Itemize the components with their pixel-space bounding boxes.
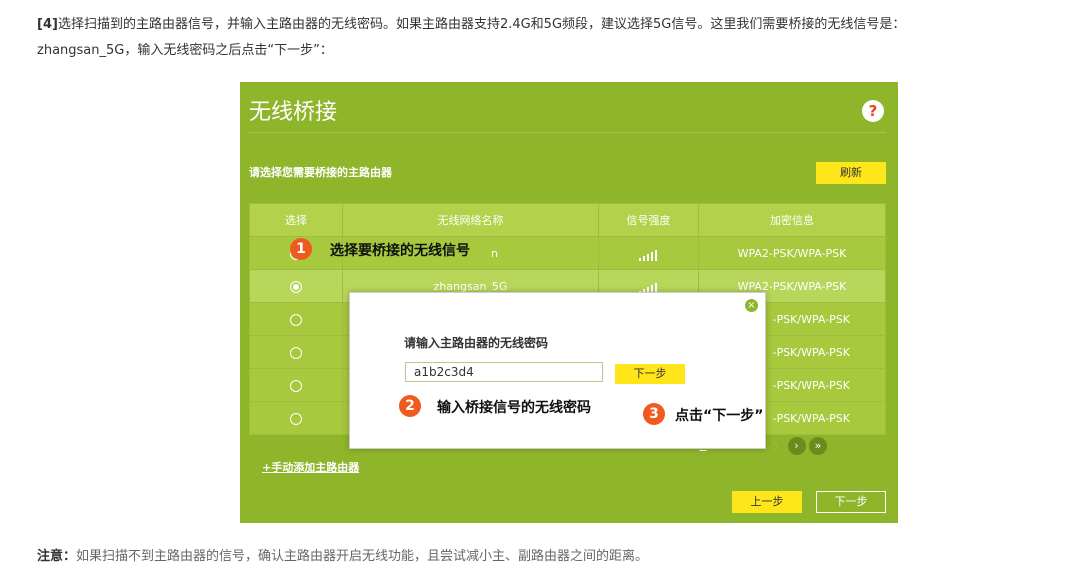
step-number: [4] — [37, 17, 58, 32]
callout-badge-1: 1 — [290, 238, 312, 260]
callout-text-3: 点击“下一步” — [675, 408, 764, 424]
password-dialog: × 请输入主路由器的无线密码 下一步 — [349, 292, 766, 449]
select-cell[interactable] — [249, 269, 343, 303]
select-router-heading: 请选择您需要桥接的主路由器 — [249, 166, 392, 179]
previous-step-button[interactable]: 上一步 — [732, 491, 802, 513]
next-step-button[interactable]: 下一步 — [816, 491, 886, 513]
radio-button[interactable] — [290, 346, 302, 359]
radio-button[interactable] — [290, 379, 302, 392]
next-page-icon[interactable]: › — [787, 437, 806, 455]
last-page-icon[interactable]: » — [809, 437, 827, 455]
manual-add-router-link[interactable]: +手动添加主路由器 — [262, 459, 359, 475]
callout-badge-3: 3 — [643, 403, 665, 425]
select-cell[interactable] — [249, 302, 343, 336]
encryption-cell: WPA2-PSK/WPA-PSK — [698, 236, 886, 270]
callout-text-1: 选择要桥接的无线信号 — [330, 243, 470, 259]
select-cell[interactable] — [249, 335, 343, 369]
intro-text: [4]选择扫描到的主路由器信号，并输入主路由器的无线密码。如果主路由器支持2.4… — [37, 12, 1057, 64]
column-header-signal: 信号强度 — [598, 203, 699, 237]
help-icon[interactable]: ? — [862, 100, 884, 122]
page-link[interactable]: 5 — [766, 439, 784, 452]
radio-button[interactable] — [290, 412, 302, 425]
table-header: 选择 无线网络名称 信号强度 加密信息 — [249, 203, 886, 237]
select-cell[interactable] — [249, 368, 343, 402]
close-icon[interactable]: × — [745, 299, 758, 312]
refresh-button[interactable]: 刷新 — [816, 162, 886, 184]
note-label: 注意： — [37, 549, 77, 564]
column-header-select: 选择 — [249, 203, 343, 237]
signal-strength-icon — [638, 248, 659, 261]
column-header-encryption: 加密信息 — [698, 203, 886, 237]
dialog-next-button[interactable]: 下一步 — [615, 364, 685, 384]
radio-button[interactable] — [290, 313, 302, 326]
password-label: 请输入主路由器的无线密码 — [404, 336, 549, 350]
callout-badge-2: 2 — [399, 395, 421, 417]
callout-text-2: 输入桥接信号的无线密码 — [437, 400, 591, 416]
intro-line-1: 选择扫描到的主路由器信号，并输入主路由器的无线密码。如果主路由器支持2.4G和5… — [57, 17, 906, 32]
column-header-ssid: 无线网络名称 — [342, 203, 599, 237]
note-text: 注意：如果扫描不到主路由器的信号，确认主路由器开启无线功能，且尝试减小主、副路由… — [37, 545, 648, 564]
panel-title: 无线桥接 — [249, 100, 338, 125]
intro-line-2: zhangsan_5G，输入无线密码之后点击“下一步”： — [37, 43, 333, 58]
select-cell[interactable] — [249, 401, 343, 435]
signal-strength-icon — [638, 281, 659, 294]
radio-button-selected[interactable] — [290, 280, 302, 293]
note-body: 如果扫描不到主路由器的信号，确认主路由器开启无线功能，且尝试减小主、副路由器之间… — [76, 549, 649, 564]
password-input[interactable] — [405, 362, 603, 382]
signal-cell — [598, 236, 699, 270]
divider — [249, 132, 886, 133]
